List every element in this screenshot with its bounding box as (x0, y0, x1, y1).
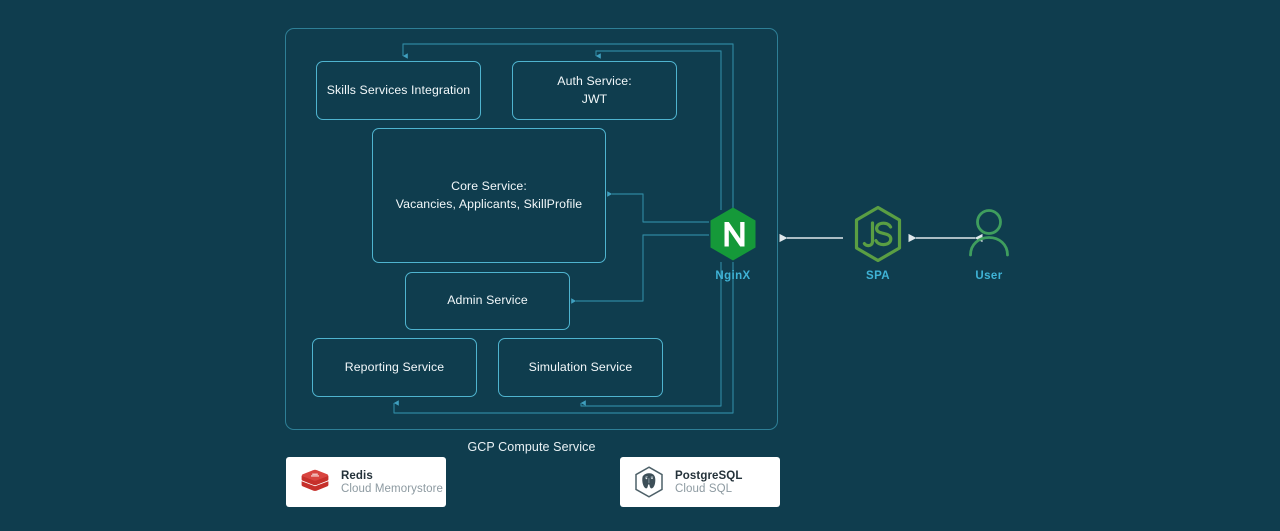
node-caption: SPA (866, 270, 890, 282)
service-box-core-service[interactable]: Core Service: Vacancies, Applicants, Ski… (372, 128, 606, 263)
service-label-line1: Auth Service: (557, 73, 632, 88)
service-box-auth-service[interactable]: Auth Service: JWT (512, 61, 677, 120)
service-label: Reporting Service (344, 359, 445, 374)
service-label: Simulation Service (528, 359, 633, 374)
service-label-line2: Vacancies, Applicants, SkillProfile (395, 196, 583, 211)
datastore-name: Redis (341, 469, 373, 482)
node-caption: User (975, 270, 1003, 282)
service-label-line2: JWT (581, 91, 608, 106)
node-nginx[interactable]: NginX (690, 205, 776, 282)
datastore-text: Redis Cloud Memorystore (341, 470, 443, 495)
service-box-skills-services-integration[interactable]: Skills Services Integration (316, 61, 481, 120)
service-box-reporting-service[interactable]: Reporting Service (312, 338, 477, 397)
redis-logo-icon (300, 467, 330, 497)
service-label: Skills Services Integration (326, 82, 471, 97)
postgresql-logo-icon (634, 466, 664, 498)
service-box-admin-service[interactable]: Admin Service (405, 272, 570, 330)
datastore-text: PostgreSQL Cloud SQL (675, 470, 742, 495)
nginx-logo-icon (690, 205, 776, 263)
service-label: Core Service: Vacancies, Applicants, Ski… (396, 178, 582, 214)
datastore-card-redis[interactable]: Redis Cloud Memorystore (286, 457, 446, 507)
datastore-card-postgresql[interactable]: PostgreSQL Cloud SQL (620, 457, 780, 507)
nodejs-logo-icon (835, 205, 921, 263)
node-caption: NginX (715, 270, 751, 282)
datastore-subtitle: Cloud Memorystore (341, 482, 444, 495)
datastore-subtitle: Cloud SQL (675, 482, 733, 495)
service-label: Auth Service: JWT (557, 73, 631, 109)
node-spa[interactable]: SPA (835, 205, 921, 282)
gcp-compute-service-label: GCP Compute Service (467, 440, 596, 454)
service-label: Admin Service (447, 293, 528, 308)
architecture-diagram: GCP Compute Service Skills Services Inte… (0, 0, 1280, 531)
service-label-line1: Core Service: (451, 178, 527, 193)
node-user[interactable]: User (946, 205, 1032, 282)
service-box-simulation-service[interactable]: Simulation Service (498, 338, 663, 397)
datastore-name: PostgreSQL (675, 469, 743, 482)
user-person-icon (946, 205, 1032, 263)
